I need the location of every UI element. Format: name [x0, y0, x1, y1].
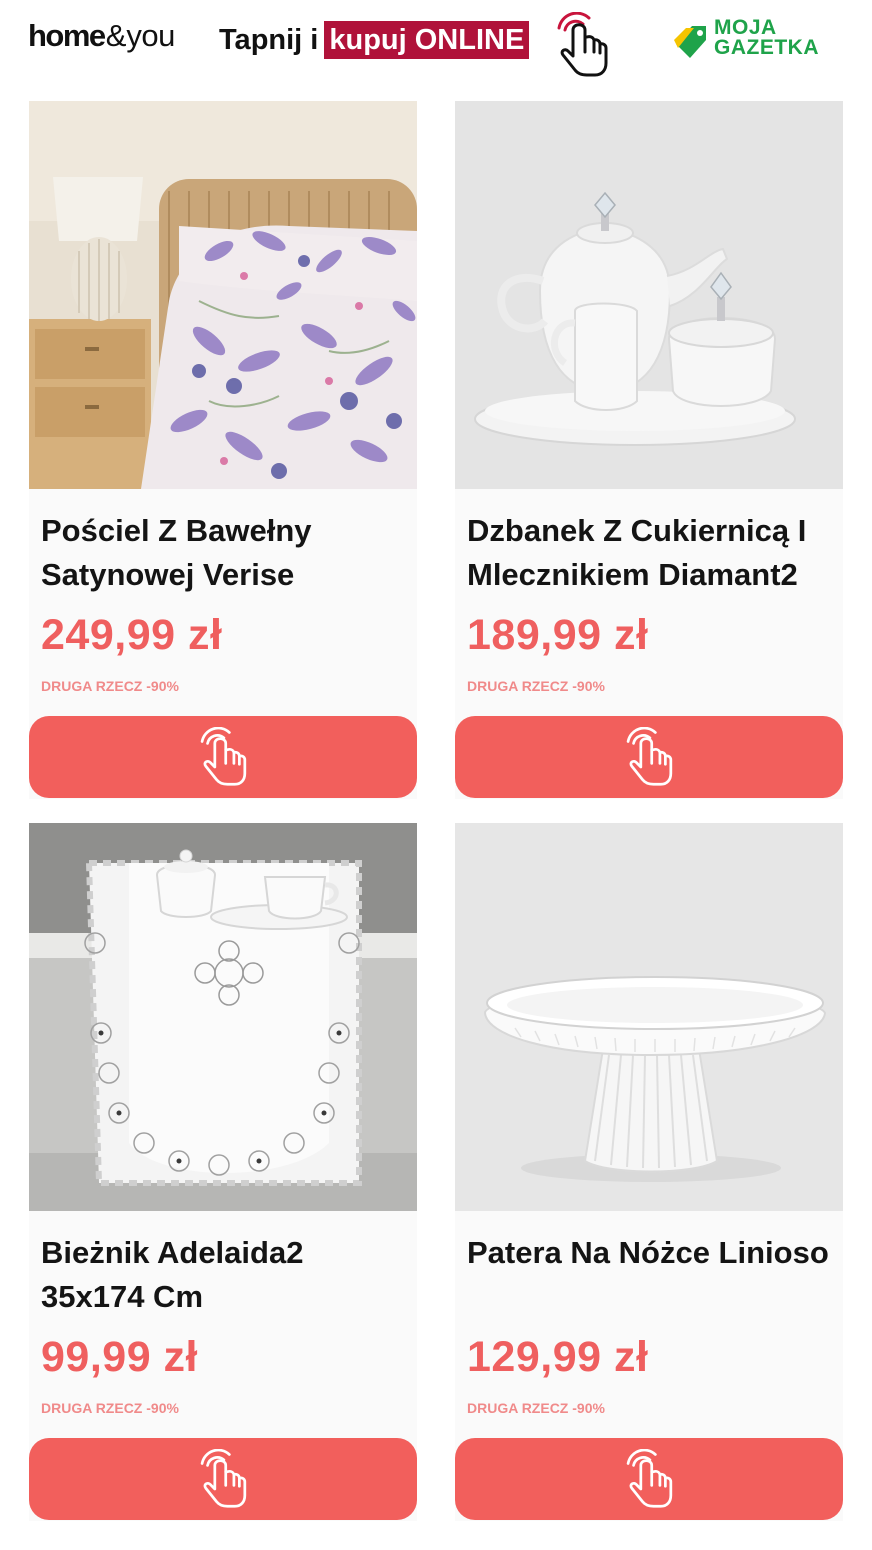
- tagline-plain: Tapnij i: [219, 23, 319, 56]
- product-promo: DRUGA RZECZ -90%: [41, 678, 179, 694]
- product-promo: DRUGA RZECZ -90%: [467, 1400, 605, 1416]
- product-name[interactable]: Dzbanek Z Cukiernicą I Mlecznikiem Diama…: [467, 509, 837, 597]
- buy-online-button[interactable]: [29, 1438, 417, 1520]
- tap-hand-icon: [557, 12, 608, 77]
- moja-word: MOJA: [714, 16, 777, 39]
- product-price: 249,99 zł: [41, 611, 223, 659]
- product-price: 99,99 zł: [41, 1333, 198, 1381]
- product-card[interactable]: Pościel Z Bawełny Satynowej Verise 249,9…: [29, 101, 417, 799]
- product-image[interactable]: [455, 101, 843, 489]
- logo-home: home: [28, 18, 106, 53]
- product-name[interactable]: Patera Na Nóżce Linioso: [467, 1231, 837, 1275]
- product-card[interactable]: Dzbanek Z Cukiernicą I Mlecznikiem Diama…: [455, 101, 843, 799]
- buy-online-button[interactable]: [455, 1438, 843, 1520]
- product-image[interactable]: [29, 823, 417, 1211]
- logo-you: you: [126, 18, 175, 53]
- header: home & you Tapnij i kupuj ONLINE MOJA GA…: [0, 0, 872, 84]
- product-price: 189,99 zł: [467, 611, 649, 659]
- price-tag-icon: [674, 26, 706, 58]
- tagline: Tapnij i kupuj ONLINE: [219, 20, 530, 60]
- tap-hand-icon: [626, 1449, 673, 1508]
- tap-hand-icon: [200, 727, 247, 786]
- product-promo: DRUGA RZECZ -90%: [467, 678, 605, 694]
- product-promo: DRUGA RZECZ -90%: [41, 1400, 179, 1416]
- product-price: 129,99 zł: [467, 1333, 649, 1381]
- buy-online-button[interactable]: [29, 716, 417, 798]
- lace-table-runner-photo: [29, 823, 417, 1211]
- gazetka-word: GAZETKA: [714, 36, 819, 59]
- logo-amp: &: [105, 18, 127, 53]
- product-name[interactable]: Bieżnik Adelaida2 35x174 Cm: [41, 1231, 411, 1319]
- product-card[interactable]: Patera Na Nóżce Linioso 129,99 zł DRUGA …: [455, 823, 843, 1521]
- white-teapot-set-photo: [455, 101, 843, 489]
- tap-hand-icon: [200, 1449, 247, 1508]
- home-and-you-logo[interactable]: home & you: [28, 18, 175, 58]
- floral-bedding-photo: [29, 101, 417, 489]
- product-name[interactable]: Pościel Z Bawełny Satynowej Verise: [41, 509, 411, 597]
- tagline-highlight: kupuj ONLINE: [324, 21, 530, 59]
- buy-online-button[interactable]: [455, 716, 843, 798]
- product-image[interactable]: [455, 823, 843, 1211]
- white-cake-stand-photo: [455, 823, 843, 1211]
- tap-hand-icon: [626, 727, 673, 786]
- product-card[interactable]: Bieżnik Adelaida2 35x174 Cm 99,99 zł DRU…: [29, 823, 417, 1521]
- moja-gazetka-logo[interactable]: MOJA GAZETKA: [672, 16, 848, 64]
- product-image[interactable]: [29, 101, 417, 489]
